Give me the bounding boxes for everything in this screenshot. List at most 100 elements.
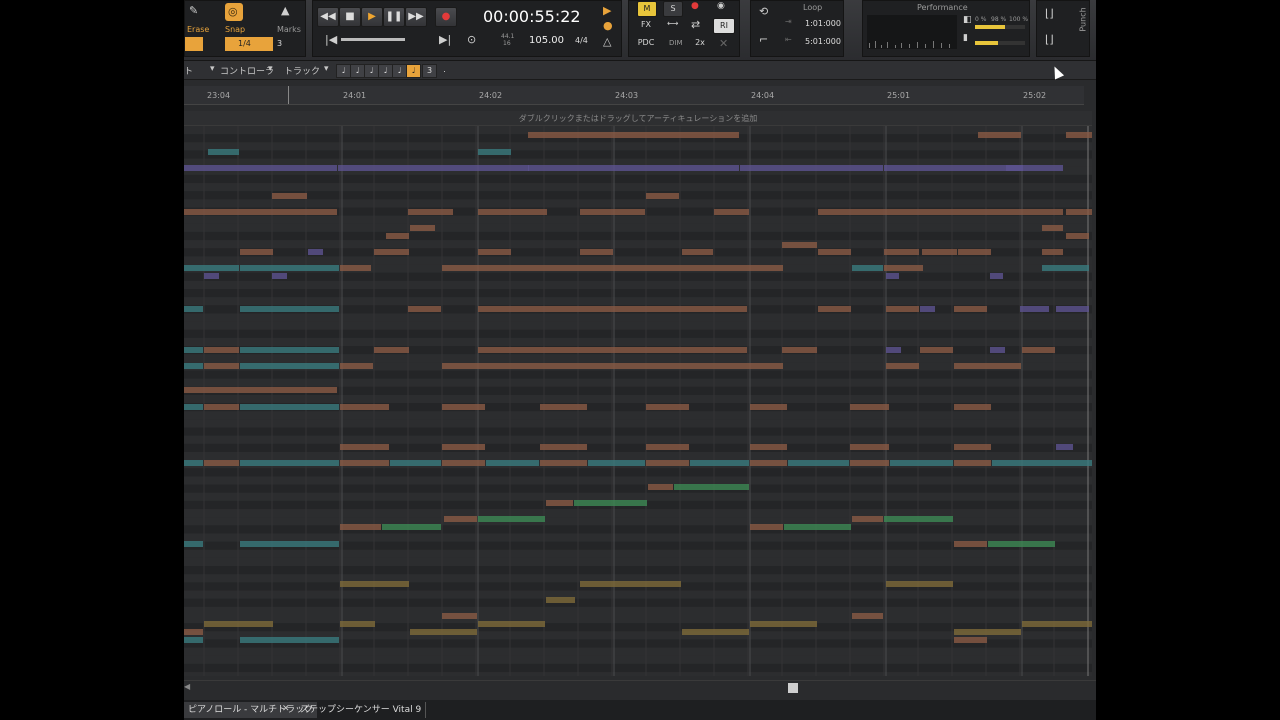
play-button[interactable]: ▶ bbox=[361, 7, 383, 27]
midi-note[interactable] bbox=[184, 387, 337, 393]
midi-note[interactable] bbox=[204, 273, 219, 279]
midi-note[interactable] bbox=[184, 460, 203, 466]
midi-note[interactable] bbox=[184, 306, 203, 312]
skip-end-icon[interactable]: ▶| bbox=[439, 33, 451, 46]
loop-end[interactable]: 5:01:000 bbox=[805, 37, 841, 46]
midi-note[interactable] bbox=[204, 363, 239, 369]
midi-note[interactable] bbox=[714, 209, 749, 215]
midi-note[interactable] bbox=[184, 347, 203, 353]
midi-note[interactable] bbox=[386, 233, 409, 239]
midi-note[interactable] bbox=[674, 484, 749, 490]
loop-end-icon[interactable]: ⇤ bbox=[785, 35, 792, 44]
midi-note[interactable] bbox=[340, 444, 389, 450]
pdc-button[interactable]: PDC bbox=[633, 36, 659, 50]
duration-quarter[interactable]: ♩ bbox=[364, 64, 379, 78]
midi-note[interactable] bbox=[884, 265, 923, 271]
tab-step-sequencer[interactable]: ステップシーケンサー Vital 9 bbox=[296, 702, 427, 718]
midi-note[interactable] bbox=[390, 460, 441, 466]
metronome-icon[interactable]: ⊙ bbox=[467, 33, 476, 46]
midi-note[interactable] bbox=[682, 249, 713, 255]
link-icon[interactable]: ⟷ bbox=[667, 19, 678, 28]
midi-note[interactable] bbox=[818, 249, 851, 255]
x-icon[interactable]: ✕ bbox=[719, 37, 728, 50]
midi-note[interactable] bbox=[240, 363, 339, 369]
midi-note[interactable] bbox=[740, 165, 883, 171]
menu-dropdown-arrow[interactable]: ▾ bbox=[324, 64, 329, 74]
midi-note[interactable] bbox=[954, 460, 991, 466]
midi-note[interactable] bbox=[184, 637, 203, 643]
play-marker-icon[interactable]: ▶ bbox=[603, 4, 611, 17]
midi-note[interactable] bbox=[340, 404, 389, 410]
midi-note[interactable] bbox=[540, 460, 587, 466]
midi-note[interactable] bbox=[184, 404, 203, 410]
scroll-thumb[interactable] bbox=[788, 683, 798, 693]
midi-note[interactable] bbox=[272, 193, 307, 199]
midi-note[interactable] bbox=[478, 516, 545, 522]
midi-note[interactable] bbox=[184, 541, 203, 547]
midi-note[interactable] bbox=[750, 444, 787, 450]
midi-note[interactable] bbox=[782, 242, 817, 248]
midi-note[interactable] bbox=[340, 460, 389, 466]
midi-note[interactable] bbox=[546, 500, 573, 506]
note-grid-canvas[interactable] bbox=[184, 126, 1092, 676]
skip-start-icon[interactable]: |◀ bbox=[325, 33, 337, 46]
2x-button[interactable]: 2x bbox=[691, 36, 709, 50]
midi-note[interactable] bbox=[540, 444, 587, 450]
midi-note[interactable] bbox=[850, 460, 889, 466]
midi-note[interactable] bbox=[340, 581, 409, 587]
midi-note[interactable] bbox=[478, 347, 747, 353]
arm-icon[interactable]: ● bbox=[691, 1, 699, 11]
time-display[interactable]: 00:00:55:22 bbox=[483, 7, 581, 26]
midi-note[interactable] bbox=[1022, 621, 1092, 627]
midi-note[interactable] bbox=[1042, 249, 1063, 255]
midi-note[interactable] bbox=[528, 132, 739, 138]
pause-button[interactable]: ❚❚ bbox=[383, 7, 405, 27]
fx-button[interactable]: FX bbox=[637, 18, 655, 32]
menu-track[interactable]: トラック bbox=[284, 64, 320, 77]
midi-note[interactable] bbox=[1022, 347, 1055, 353]
midi-note[interactable] bbox=[1066, 132, 1092, 138]
midi-note[interactable] bbox=[408, 209, 453, 215]
duration-whole[interactable]: ♩ bbox=[336, 64, 351, 78]
midi-note[interactable] bbox=[340, 524, 381, 530]
midi-note[interactable] bbox=[240, 460, 339, 466]
midi-note[interactable] bbox=[580, 581, 681, 587]
midi-note[interactable] bbox=[1066, 233, 1089, 239]
midi-note[interactable] bbox=[750, 621, 817, 627]
midi-note[interactable] bbox=[478, 306, 747, 312]
duration-eighth[interactable]: ♩ bbox=[378, 64, 393, 78]
midi-note[interactable] bbox=[408, 306, 441, 312]
midi-note[interactable] bbox=[340, 621, 375, 627]
midi-note[interactable] bbox=[184, 265, 239, 271]
midi-note[interactable] bbox=[750, 524, 783, 530]
midi-note[interactable] bbox=[240, 404, 339, 410]
midi-note[interactable] bbox=[990, 273, 1003, 279]
midi-note[interactable] bbox=[958, 249, 991, 255]
midi-note[interactable] bbox=[546, 597, 575, 603]
duration-sixteenth[interactable]: ♩ bbox=[392, 64, 407, 78]
midi-note[interactable] bbox=[646, 444, 689, 450]
menu-dropdown-arrow[interactable]: ▾ bbox=[268, 64, 273, 74]
midi-note[interactable] bbox=[204, 347, 239, 353]
midi-note[interactable] bbox=[852, 516, 883, 522]
midi-note[interactable] bbox=[1042, 265, 1089, 271]
horizontal-scrollbar[interactable]: ◀ bbox=[184, 680, 1096, 695]
midi-note[interactable] bbox=[922, 249, 957, 255]
midi-note[interactable] bbox=[988, 541, 1055, 547]
midi-note[interactable] bbox=[204, 404, 239, 410]
midi-note[interactable] bbox=[580, 249, 613, 255]
midi-note[interactable] bbox=[992, 460, 1092, 466]
midi-note[interactable] bbox=[978, 132, 1021, 138]
midi-note[interactable] bbox=[574, 500, 647, 506]
midi-note[interactable] bbox=[886, 273, 899, 279]
midi-note[interactable] bbox=[240, 347, 339, 353]
midi-note[interactable] bbox=[204, 460, 239, 466]
midi-note[interactable] bbox=[782, 347, 817, 353]
menu-dropdown-arrow[interactable]: ▾ bbox=[210, 64, 215, 74]
midi-note[interactable] bbox=[442, 265, 783, 271]
ri-button[interactable]: RI bbox=[713, 18, 735, 34]
monitor-icon[interactable]: ◉ bbox=[717, 1, 725, 11]
midi-note[interactable] bbox=[884, 249, 919, 255]
midi-note[interactable] bbox=[954, 541, 987, 547]
midi-note[interactable] bbox=[272, 273, 287, 279]
